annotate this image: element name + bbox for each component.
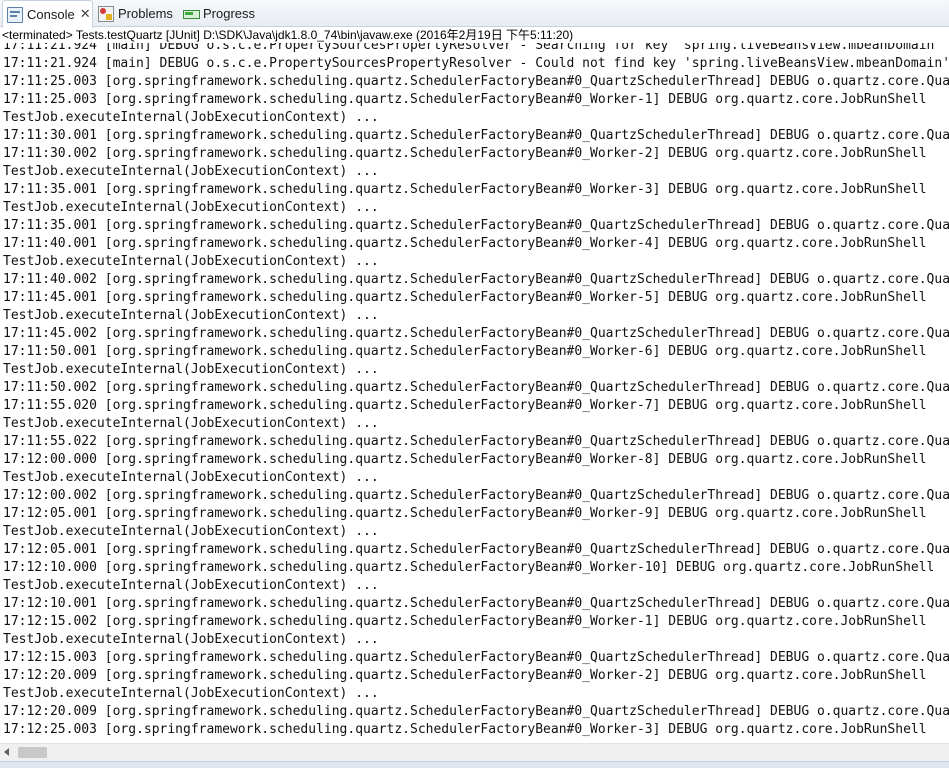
console-output[interactable]: 17:11:21.924 [main] DEBUG o.s.c.e.Proper… <box>0 43 949 743</box>
console-line: 17:12:00.000 [org.springframework.schedu… <box>3 452 927 467</box>
tab-progress[interactable]: Progress <box>183 0 263 27</box>
console-line: TestJob.executeInternal(JobExecutionCont… <box>3 110 379 125</box>
console-line: 17:12:10.001 [org.springframework.schedu… <box>3 596 949 611</box>
console-line: 17:11:35.001 [org.springframework.schedu… <box>3 182 927 197</box>
console-line: 17:12:15.002 [org.springframework.schedu… <box>3 614 927 629</box>
console-line: TestJob.executeInternal(JobExecutionCont… <box>3 164 379 179</box>
console-line: TestJob.executeInternal(JobExecutionCont… <box>3 308 379 323</box>
console-line: 17:11:21.924 [main] DEBUG o.s.c.e.Proper… <box>3 43 943 53</box>
console-line: TestJob.executeInternal(JobExecutionCont… <box>3 200 379 215</box>
close-icon[interactable]: ✕ <box>80 7 91 22</box>
view-tab-bar: Console ✕ Problems Progress <box>0 0 949 28</box>
console-line: 17:12:10.000 [org.springframework.schedu… <box>3 560 935 575</box>
console-line: 17:11:30.002 [org.springframework.schedu… <box>3 146 927 161</box>
console-line: 17:11:45.001 [org.springframework.schedu… <box>3 290 927 305</box>
console-line: TestJob.executeInternal(JobExecutionCont… <box>3 578 379 593</box>
console-lines: 17:11:21.924 [main] DEBUG o.s.c.e.Proper… <box>3 43 949 739</box>
console-line: 17:11:25.003 [org.springframework.schedu… <box>3 92 927 107</box>
console-line: 17:11:45.002 [org.springframework.schedu… <box>3 326 949 341</box>
console-line: 17:11:40.001 [org.springframework.schedu… <box>3 236 927 251</box>
console-line: 17:11:30.001 [org.springframework.schedu… <box>3 128 949 143</box>
console-line: 17:12:05.001 [org.springframework.schedu… <box>3 506 927 521</box>
tab-console-label: Console <box>27 7 75 22</box>
console-line: TestJob.executeInternal(JobExecutionCont… <box>3 632 379 647</box>
console-line: 17:12:05.001 [org.springframework.schedu… <box>3 542 949 557</box>
console-line: 17:11:35.001 [org.springframework.schedu… <box>3 218 949 233</box>
console-line: 17:12:20.009 [org.springframework.schedu… <box>3 668 927 683</box>
console-line: 17:12:00.002 [org.springframework.schedu… <box>3 488 949 503</box>
tab-problems[interactable]: Problems <box>98 0 178 27</box>
console-line: 17:11:25.003 [org.springframework.schedu… <box>3 74 949 89</box>
console-line: 17:11:50.002 [org.springframework.schedu… <box>3 380 949 395</box>
launch-status-label: <terminated> Tests.testQuartz [JUnit] D:… <box>2 28 574 42</box>
scrollbar-thumb[interactable] <box>18 747 47 758</box>
console-line: 17:11:40.002 [org.springframework.schedu… <box>3 272 949 287</box>
console-line: TestJob.executeInternal(JobExecutionCont… <box>3 470 379 485</box>
horizontal-scrollbar[interactable] <box>0 743 949 761</box>
console-line: 17:11:55.022 [org.springframework.schedu… <box>3 434 949 449</box>
bottom-panel-border <box>0 761 949 768</box>
console-icon <box>7 6 23 23</box>
console-line: 17:11:50.001 [org.springframework.schedu… <box>3 344 927 359</box>
console-line: TestJob.executeInternal(JobExecutionCont… <box>3 686 379 701</box>
console-line: 17:11:21.924 [main] DEBUG o.s.c.e.Proper… <box>3 56 949 71</box>
tab-problems-label: Problems <box>118 6 173 21</box>
scroll-left-icon[interactable] <box>4 748 9 756</box>
console-line: TestJob.executeInternal(JobExecutionCont… <box>3 362 379 377</box>
console-line: 17:12:25.003 [org.springframework.schedu… <box>3 722 927 737</box>
console-line: TestJob.executeInternal(JobExecutionCont… <box>3 254 379 269</box>
console-line: 17:12:15.003 [org.springframework.schedu… <box>3 650 949 665</box>
console-line: TestJob.executeInternal(JobExecutionCont… <box>3 416 379 431</box>
console-line: TestJob.executeInternal(JobExecutionCont… <box>3 524 379 539</box>
console-line: 17:12:20.009 [org.springframework.schedu… <box>3 704 949 719</box>
problems-icon <box>98 5 114 22</box>
console-line: 17:11:55.020 [org.springframework.schedu… <box>3 398 927 413</box>
tab-console[interactable]: Console ✕ <box>2 0 93 28</box>
progress-icon <box>183 6 200 22</box>
tab-progress-label: Progress <box>203 6 256 21</box>
